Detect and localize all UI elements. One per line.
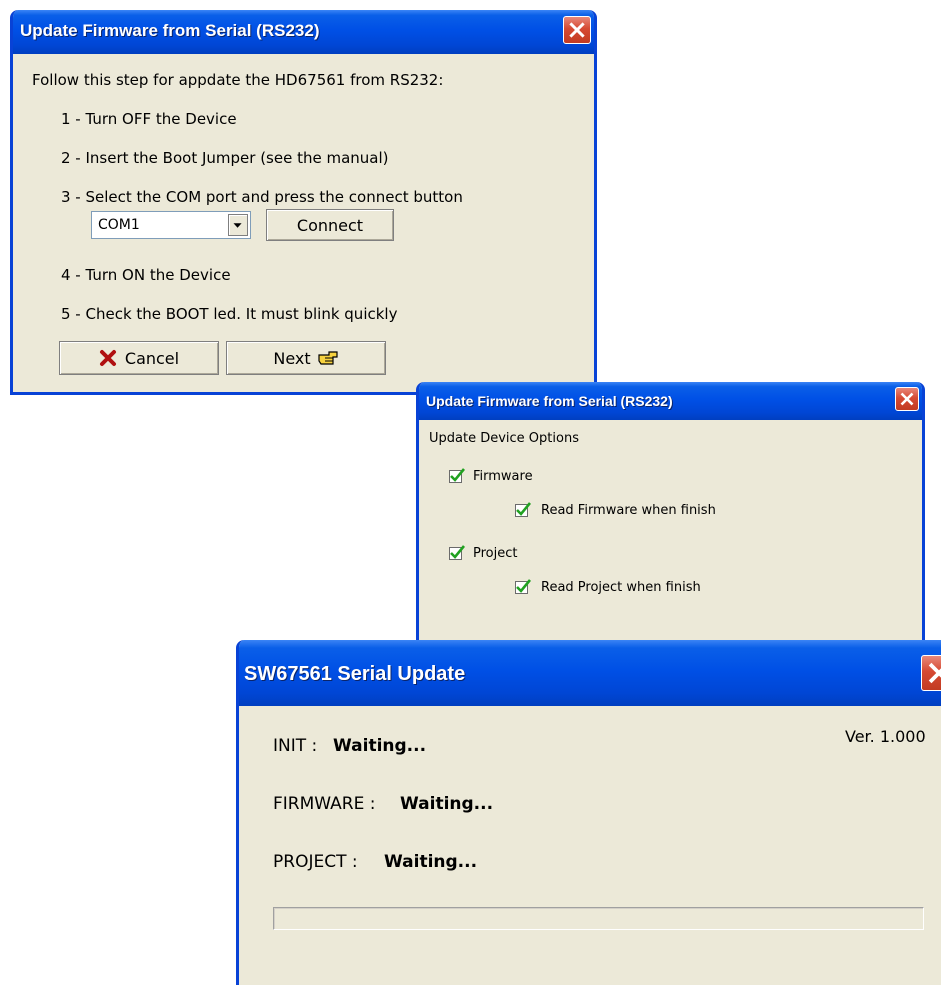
red-x-icon bbox=[99, 350, 116, 366]
close-button[interactable] bbox=[921, 655, 941, 691]
dialog-serial-update: SW67561 Serial Update Ver. 1.000 INIT : … bbox=[236, 640, 941, 985]
dropdown-arrow-button[interactable] bbox=[228, 214, 248, 236]
chevron-down-icon bbox=[233, 223, 242, 228]
com-port-value: COM1 bbox=[98, 217, 140, 233]
title-bar[interactable]: Update Firmware from Serial (RS232) bbox=[419, 382, 922, 420]
title-bar[interactable]: SW67561 Serial Update bbox=[239, 640, 941, 706]
dialog-title: Update Firmware from Serial (RS232) bbox=[20, 21, 320, 40]
step-1: 1 - Turn OFF the Device bbox=[61, 110, 237, 128]
close-icon bbox=[569, 22, 585, 38]
status-label: INIT : bbox=[273, 736, 318, 756]
version-label: Ver. 1.000 bbox=[845, 727, 926, 746]
dialog-title: Update Firmware from Serial (RS232) bbox=[426, 393, 673, 409]
section-label: Update Device Options bbox=[429, 431, 579, 446]
next-label: Next bbox=[273, 348, 311, 368]
com-port-select[interactable]: COM1 bbox=[91, 211, 251, 239]
dialog-update-firmware-steps: Update Firmware from Serial (RS232) Foll… bbox=[10, 10, 597, 395]
dialog-update-device-options: Update Firmware from Serial (RS232) Upda… bbox=[416, 382, 925, 682]
checkbox-checked-icon bbox=[449, 545, 465, 560]
close-icon bbox=[928, 662, 941, 684]
connect-label: Connect bbox=[296, 215, 364, 235]
progress-bar bbox=[273, 907, 924, 930]
checkbox-label: Read Project when finish bbox=[541, 580, 701, 595]
connect-button[interactable]: Connect bbox=[266, 209, 394, 241]
status-value: Waiting... bbox=[400, 794, 494, 814]
status-value: Waiting... bbox=[333, 736, 427, 756]
checkbox-checked-icon bbox=[515, 502, 531, 517]
status-value: Waiting... bbox=[384, 852, 478, 872]
checkbox-checked-icon bbox=[449, 468, 465, 483]
step-3: 3 - Select the COM port and press the co… bbox=[61, 188, 463, 206]
close-button[interactable] bbox=[895, 387, 919, 411]
checkbox-label: Read Firmware when finish bbox=[541, 503, 716, 518]
step-5: 5 - Check the BOOT led. It must blink qu… bbox=[61, 305, 398, 323]
status-label: FIRMWARE : bbox=[273, 794, 376, 814]
title-bar[interactable]: Update Firmware from Serial (RS232) bbox=[13, 10, 594, 54]
dialog-title: SW67561 Serial Update bbox=[244, 663, 466, 685]
step-4: 4 - Turn ON the Device bbox=[61, 266, 231, 284]
cancel-label: Cancel bbox=[124, 348, 180, 368]
checkbox-label: Project bbox=[473, 546, 518, 561]
close-icon bbox=[900, 392, 914, 406]
checkbox-checked-icon bbox=[515, 579, 531, 594]
checkbox-label: Firmware bbox=[473, 469, 533, 484]
pointing-hand-icon bbox=[318, 351, 338, 365]
next-button[interactable]: Next bbox=[226, 341, 386, 375]
intro-text: Follow this step for appdate the HD67561… bbox=[32, 71, 444, 89]
step-2: 2 - Insert the Boot Jumper (see the manu… bbox=[61, 149, 389, 167]
close-button[interactable] bbox=[563, 16, 591, 44]
status-label: PROJECT : bbox=[273, 852, 358, 872]
cancel-button[interactable]: Cancel bbox=[59, 341, 219, 375]
